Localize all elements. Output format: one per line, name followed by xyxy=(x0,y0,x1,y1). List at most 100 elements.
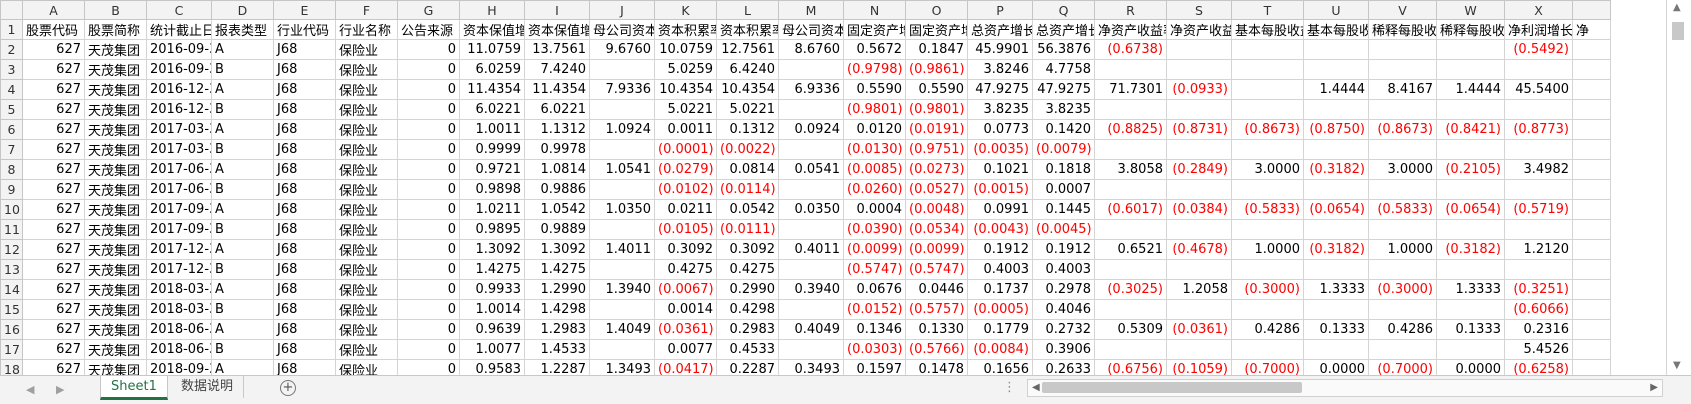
table-cell[interactable]: (0.2849) xyxy=(1166,159,1232,180)
table-cell[interactable]: 0.9978 xyxy=(524,139,590,160)
table-cell[interactable]: (0.6066) xyxy=(1504,299,1573,320)
table-cell[interactable]: (0.0001) xyxy=(654,139,717,160)
table-cell[interactable]: 0.0773 xyxy=(967,119,1033,140)
table-cell[interactable]: 2017-03-31 xyxy=(146,119,212,140)
table-cell[interactable]: 5.0221 xyxy=(716,99,779,120)
table-cell[interactable]: 6.4240 xyxy=(716,59,779,80)
table-cell[interactable]: 2017-09-30 xyxy=(146,219,212,240)
table-cell[interactable] xyxy=(1166,299,1232,320)
table-cell[interactable]: 0.0000 xyxy=(1436,359,1505,375)
table-cell[interactable]: 0.0542 xyxy=(716,199,779,220)
table-cell[interactable]: 0.1478 xyxy=(905,359,968,375)
table-cell[interactable]: 0.6521 xyxy=(1094,239,1167,260)
table-cell[interactable]: 保险业 xyxy=(335,79,398,100)
column-header-k[interactable]: K xyxy=(654,0,717,20)
table-cell[interactable]: 0.1021 xyxy=(967,159,1033,180)
table-cell[interactable]: J68 xyxy=(273,259,336,280)
table-cell[interactable]: 保险业 xyxy=(335,339,398,360)
table-cell[interactable] xyxy=(1368,139,1437,160)
table-cell[interactable]: 1.0011 xyxy=(459,119,525,140)
table-cell[interactable]: 0.4286 xyxy=(1231,319,1304,340)
field-header-cell[interactable]: 基本每股收益 xyxy=(1303,19,1369,40)
table-cell[interactable]: (0.6756) xyxy=(1094,359,1167,375)
table-cell[interactable]: 0.3092 xyxy=(716,239,779,260)
field-header-cell[interactable]: 稀释每股收益 xyxy=(1368,19,1437,40)
table-cell[interactable]: (0.5747) xyxy=(843,259,906,280)
table-cell[interactable]: 2016-12-31 xyxy=(146,99,212,120)
table-cell[interactable]: 45.9901 xyxy=(967,39,1033,60)
table-cell[interactable]: 1.0000 xyxy=(1231,239,1304,260)
table-cell[interactable]: 保险业 xyxy=(335,359,398,375)
field-header-cell[interactable]: 资本保值增值率 xyxy=(524,19,590,40)
table-cell[interactable]: B xyxy=(211,219,274,240)
table-cell[interactable]: (0.8825) xyxy=(1094,119,1167,140)
table-cell[interactable]: (0.0152) xyxy=(843,299,906,320)
table-cell[interactable]: 0.2316 xyxy=(1504,319,1573,340)
table-cell[interactable] xyxy=(1436,299,1505,320)
table-cell[interactable]: 0.4298 xyxy=(716,299,779,320)
table-cell[interactable]: 0.0991 xyxy=(967,199,1033,220)
select-all-corner[interactable] xyxy=(0,0,23,20)
table-cell[interactable] xyxy=(1368,219,1437,240)
table-cell[interactable]: 627 xyxy=(22,99,85,120)
table-cell[interactable]: (0.9751) xyxy=(905,139,968,160)
table-cell[interactable] xyxy=(778,179,844,200)
table-cell[interactable]: 0 xyxy=(397,39,460,60)
table-cell[interactable] xyxy=(1436,179,1505,200)
table-cell[interactable] xyxy=(1166,219,1232,240)
table-cell[interactable]: 0.0676 xyxy=(843,279,906,300)
table-cell[interactable] xyxy=(1572,239,1611,260)
prev-sheet-icon[interactable]: ◀ xyxy=(26,383,34,396)
table-cell[interactable]: 6.0221 xyxy=(459,99,525,120)
field-header-cell[interactable]: 报表类型 xyxy=(211,19,274,40)
table-cell[interactable]: 9.6760 xyxy=(589,39,655,60)
table-cell[interactable]: 0.0350 xyxy=(778,199,844,220)
table-cell[interactable]: 4.7758 xyxy=(1032,59,1095,80)
sheet-table[interactable]: ABCDEFGHIJKLMNOPQRSTUVWX 1股票代码股票简称统计截止日期… xyxy=(0,0,1611,375)
table-cell[interactable]: B xyxy=(211,259,274,280)
table-cell[interactable]: (0.0303) xyxy=(843,339,906,360)
table-cell[interactable]: 0.0814 xyxy=(716,159,779,180)
row-header[interactable]: 9 xyxy=(0,179,23,200)
table-cell[interactable] xyxy=(778,299,844,320)
table-cell[interactable] xyxy=(1368,259,1437,280)
table-cell[interactable]: 1.2983 xyxy=(524,319,590,340)
table-cell[interactable]: 保险业 xyxy=(335,239,398,260)
row-header[interactable]: 15 xyxy=(0,299,23,320)
table-cell[interactable]: 0 xyxy=(397,199,460,220)
row-header[interactable]: 13 xyxy=(0,259,23,280)
table-cell[interactable]: 1.4298 xyxy=(524,299,590,320)
table-cell[interactable]: 0.9999 xyxy=(459,139,525,160)
table-cell[interactable]: 0.1847 xyxy=(905,39,968,60)
table-cell[interactable]: (0.8750) xyxy=(1303,119,1369,140)
table-cell[interactable] xyxy=(1368,99,1437,120)
table-cell[interactable]: 0.0007 xyxy=(1032,179,1095,200)
table-cell[interactable]: 11.0759 xyxy=(459,39,525,60)
table-cell[interactable]: (0.2105) xyxy=(1436,159,1505,180)
table-cell[interactable]: (0.8673) xyxy=(1231,119,1304,140)
table-cell[interactable]: J68 xyxy=(273,359,336,375)
table-cell[interactable]: 天茂集团 xyxy=(84,299,147,320)
table-cell[interactable] xyxy=(1303,139,1369,160)
table-cell[interactable]: (0.0534) xyxy=(905,219,968,240)
table-cell[interactable]: (0.0102) xyxy=(654,179,717,200)
table-cell[interactable] xyxy=(1436,139,1505,160)
table-cell[interactable]: A xyxy=(211,319,274,340)
table-cell[interactable] xyxy=(1572,59,1611,80)
table-cell[interactable]: 6.9336 xyxy=(778,79,844,100)
table-cell[interactable]: J68 xyxy=(273,279,336,300)
table-cell[interactable]: (0.0279) xyxy=(654,159,717,180)
field-header-cell[interactable]: 资本积累率 xyxy=(654,19,717,40)
table-cell[interactable]: 0.9583 xyxy=(459,359,525,375)
table-cell[interactable]: 1.0077 xyxy=(459,339,525,360)
table-cell[interactable] xyxy=(1572,319,1611,340)
table-cell[interactable]: 天茂集团 xyxy=(84,239,147,260)
table-cell[interactable]: A xyxy=(211,79,274,100)
table-cell[interactable] xyxy=(589,99,655,120)
table-cell[interactable]: 3.8246 xyxy=(967,59,1033,80)
table-cell[interactable]: 0 xyxy=(397,279,460,300)
table-cell[interactable]: 0.2732 xyxy=(1032,319,1095,340)
table-cell[interactable]: 保险业 xyxy=(335,259,398,280)
table-cell[interactable] xyxy=(1504,219,1573,240)
table-cell[interactable]: 7.4240 xyxy=(524,59,590,80)
